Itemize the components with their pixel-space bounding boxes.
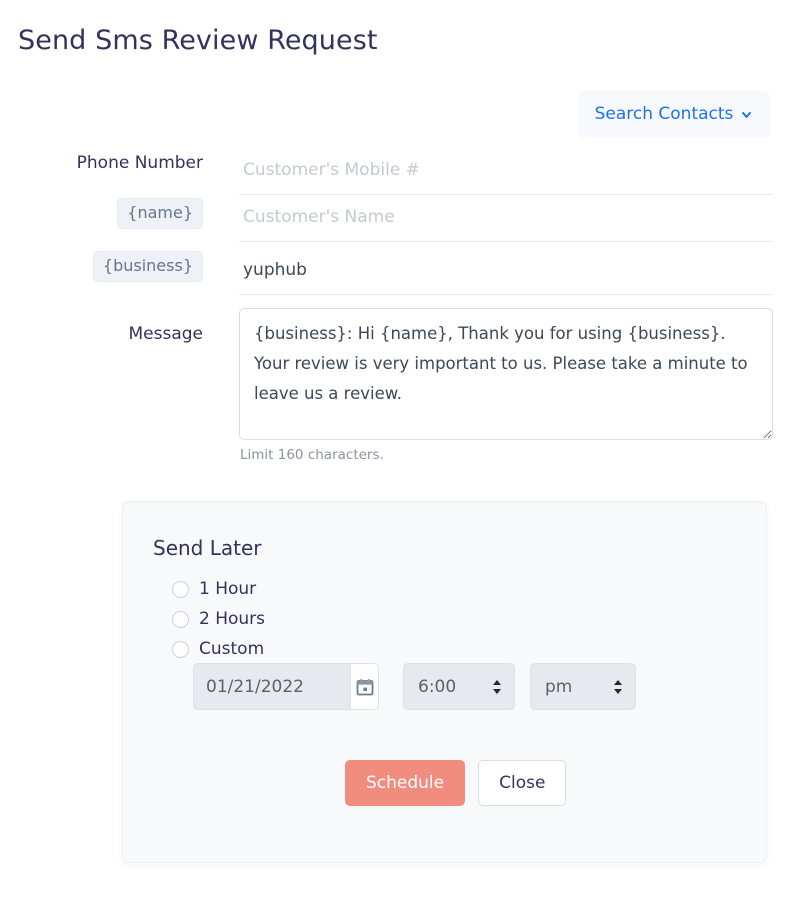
message-field-wrap: Limit 160 characters. [239,308,773,463]
message-textarea[interactable] [239,308,773,440]
phone-number-field-wrap [239,151,773,195]
name-token-label-wrap: {name} [0,198,203,229]
radio-option-2-hours[interactable]: 2 Hours [172,604,265,634]
search-contacts-button[interactable]: Search Contacts [578,91,770,138]
time-select-wrap: 6:00 [403,663,515,710]
page-title: Send Sms Review Request [18,25,378,56]
send-later-panel: Send Later 1 Hour 2 Hours Custom 01/21/2… [122,501,767,863]
calendar-icon [355,677,375,697]
business-input[interactable] [239,251,773,295]
customer-name-row: {name} [0,198,802,242]
close-button[interactable]: Close [478,760,567,806]
schedule-button[interactable]: Schedule [345,760,466,806]
character-limit-note: Limit 160 characters. [240,447,384,463]
send-sms-review-request-page: Send Sms Review Request Search Contacts … [0,0,802,897]
send-later-radio-group: 1 Hour 2 Hours Custom [172,574,265,664]
phone-number-row: Phone Number [0,151,802,195]
radio-circle-icon[interactable] [172,610,189,628]
radio-option-custom[interactable]: Custom [172,634,265,664]
phone-number-input[interactable] [239,151,773,195]
radio-label-1-hour: 1 Hour [199,579,257,599]
radio-label-2-hours: 2 Hours [199,609,266,629]
chevron-down-icon [740,109,753,122]
phone-number-label: Phone Number [76,153,203,173]
custom-datetime-row: 6:00 pm [193,663,636,710]
date-input-group [193,663,379,710]
schedule-date-input[interactable] [193,663,351,710]
panel-action-buttons: Schedule Close [345,760,567,806]
customer-name-field-wrap [239,198,773,242]
radio-label-custom: Custom [199,639,265,659]
schedule-ampm-select[interactable]: pm [530,663,636,710]
message-row: Message Limit 160 characters. [0,308,802,463]
radio-option-1-hour[interactable]: 1 Hour [172,574,265,604]
radio-circle-icon[interactable] [172,640,189,658]
business-field-wrap [239,251,773,295]
schedule-time-select[interactable]: 6:00 [403,663,515,710]
business-token-badge[interactable]: {business} [92,251,203,282]
radio-circle-icon[interactable] [172,580,189,598]
business-token-label-wrap: {business} [0,251,203,282]
search-contacts-label: Search Contacts [594,104,734,124]
business-row: {business} [0,251,802,295]
calendar-picker-button[interactable] [350,663,379,710]
ampm-select-wrap: pm [530,663,636,710]
customer-name-input[interactable] [239,198,773,242]
send-later-title: Send Later [153,536,262,560]
message-label: Message [128,324,203,344]
name-token-badge[interactable]: {name} [117,198,203,229]
